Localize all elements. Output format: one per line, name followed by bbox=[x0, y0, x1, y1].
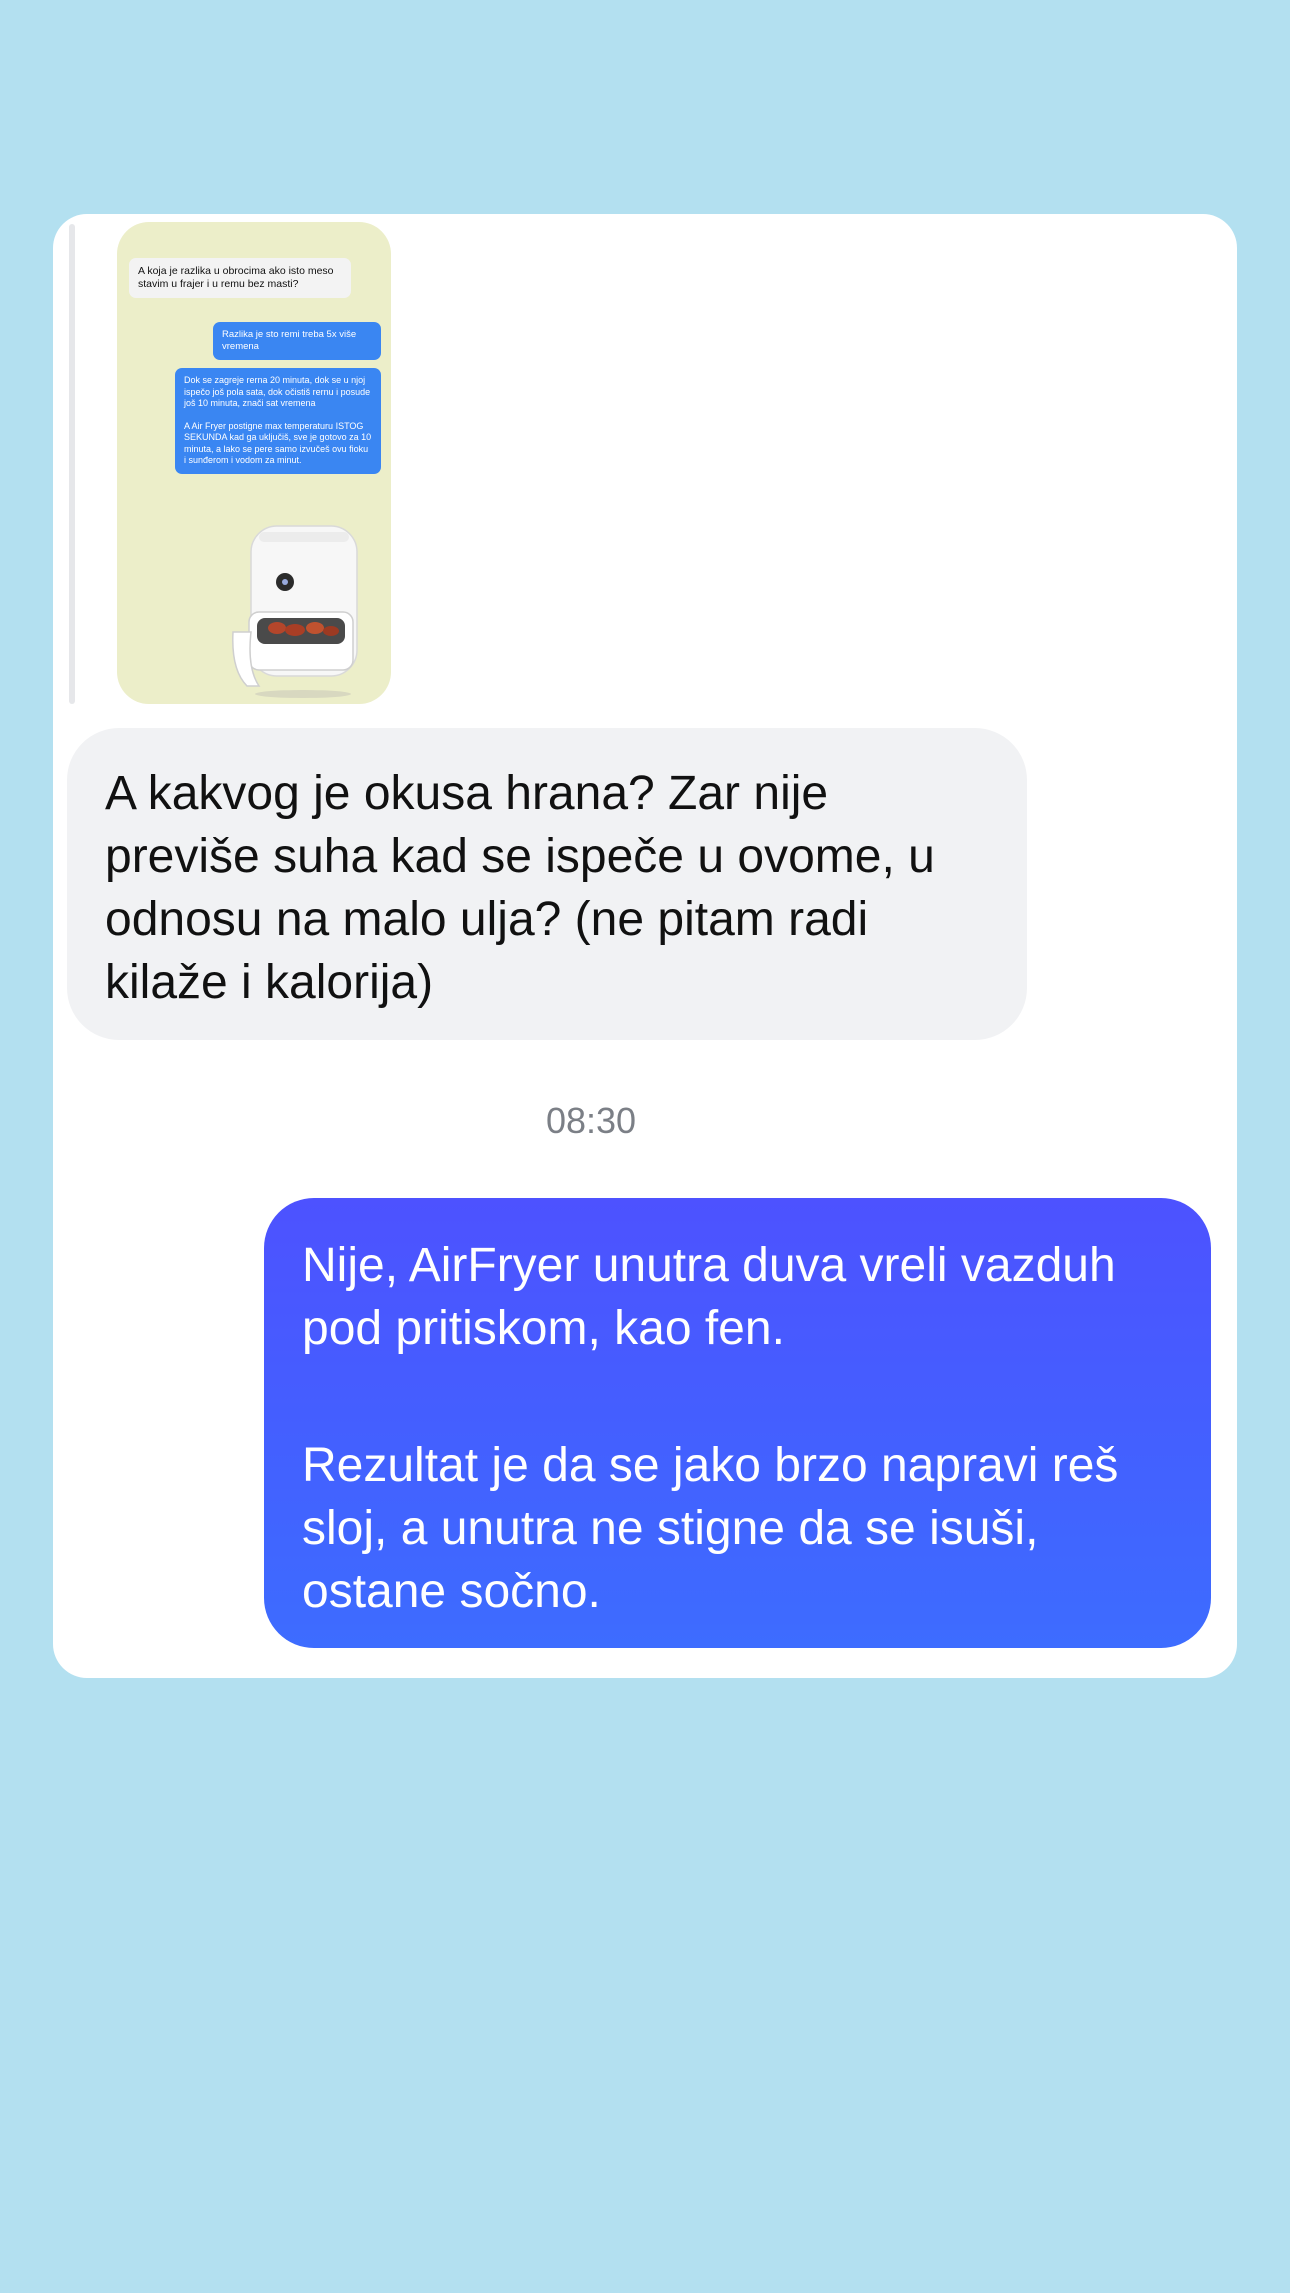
outgoing-paragraph-1: Nije, AirFryer unutra duva vreli vazduh … bbox=[302, 1239, 1116, 1355]
chat-card: A koja je razlika u obrocima ako isto me… bbox=[53, 214, 1237, 1678]
reply-quote-bar bbox=[69, 224, 75, 704]
quoted-incoming-message: A koja je razlika u obrocima ako isto me… bbox=[129, 258, 351, 298]
shared-image-thumbnail[interactable]: A koja je razlika u obrocima ako isto me… bbox=[117, 222, 391, 704]
air-fryer-icon bbox=[232, 525, 358, 698]
quoted-outgoing-message-long: Dok se zagreje rerna 20 minuta, dok se u… bbox=[175, 368, 381, 474]
outgoing-message-bubble[interactable]: Nije, AirFryer unutra duva vreli vazduh … bbox=[264, 1198, 1211, 1648]
incoming-message-bubble[interactable]: A kakvog je okusa hrana? Zar nije previš… bbox=[67, 728, 1027, 1040]
message-timestamp: 08:30 bbox=[545, 1100, 637, 1141]
quoted-outgoing-message: Razlika je sto remi treba 5x više vremen… bbox=[213, 322, 381, 360]
outgoing-paragraph-2: Rezultat je da se jako brzo napravi reš … bbox=[302, 1439, 1119, 1618]
